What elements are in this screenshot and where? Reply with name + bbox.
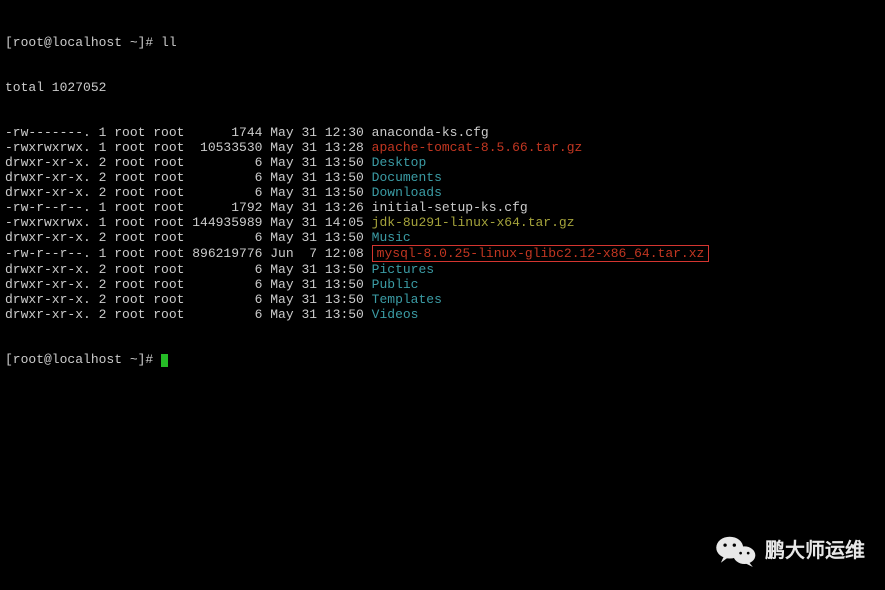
file-name: Music xyxy=(372,230,411,245)
prompt: [root@localhost ~]# xyxy=(5,352,161,367)
file-row: drwxr-xr-x. 2 root root 6 May 31 13:50 P… xyxy=(5,277,880,292)
total-line: total 1027052 xyxy=(5,80,880,95)
file-meta: drwxr-xr-x. 2 root root 6 May 31 13:50 xyxy=(5,170,372,185)
file-name: Templates xyxy=(372,292,442,307)
terminal-output[interactable]: [root@localhost ~]# ll total 1027052 -rw… xyxy=(0,0,885,387)
file-row: -rw-r--r--. 1 root root 896219776 Jun 7 … xyxy=(5,245,880,262)
prompt-line-2: [root@localhost ~]# xyxy=(5,352,880,367)
command: ll xyxy=(161,35,177,50)
file-meta: drwxr-xr-x. 2 root root 6 May 31 13:50 xyxy=(5,185,372,200)
wechat-icon xyxy=(715,534,757,568)
file-listing: -rw-------. 1 root root 1744 May 31 12:3… xyxy=(5,125,880,322)
file-meta: -rwxrwxrwx. 1 root root 10533530 May 31 … xyxy=(5,140,372,155)
file-meta: drwxr-xr-x. 2 root root 6 May 31 13:50 xyxy=(5,292,372,307)
file-row: drwxr-xr-x. 2 root root 6 May 31 13:50 P… xyxy=(5,262,880,277)
file-row: drwxr-xr-x. 2 root root 6 May 31 13:50 T… xyxy=(5,292,880,307)
file-name: Desktop xyxy=(372,155,427,170)
prompt: [root@localhost ~]# xyxy=(5,35,161,50)
file-meta: -rw-------. 1 root root 1744 May 31 12:3… xyxy=(5,125,372,140)
prompt-line-1: [root@localhost ~]# ll xyxy=(5,35,880,50)
file-name: anaconda-ks.cfg xyxy=(372,125,489,140)
file-row: drwxr-xr-x. 2 root root 6 May 31 13:50 M… xyxy=(5,230,880,245)
file-row: drwxr-xr-x. 2 root root 6 May 31 13:50 D… xyxy=(5,185,880,200)
file-meta: drwxr-xr-x. 2 root root 6 May 31 13:50 xyxy=(5,155,372,170)
file-meta: drwxr-xr-x. 2 root root 6 May 31 13:50 xyxy=(5,277,372,292)
file-row: drwxr-xr-x. 2 root root 6 May 31 13:50 D… xyxy=(5,170,880,185)
file-meta: drwxr-xr-x. 2 root root 6 May 31 13:50 xyxy=(5,230,372,245)
file-row: -rw-------. 1 root root 1744 May 31 12:3… xyxy=(5,125,880,140)
file-meta: -rw-r--r--. 1 root root 896219776 Jun 7 … xyxy=(5,246,372,261)
file-row: -rw-r--r--. 1 root root 1792 May 31 13:2… xyxy=(5,200,880,215)
file-meta: drwxr-xr-x. 2 root root 6 May 31 13:50 xyxy=(5,307,372,322)
file-row: drwxr-xr-x. 2 root root 6 May 31 13:50 D… xyxy=(5,155,880,170)
watermark-text: 鹏大师运维 xyxy=(765,544,865,559)
file-meta: drwxr-xr-x. 2 root root 6 May 31 13:50 xyxy=(5,262,372,277)
file-name: mysql-8.0.25-linux-glibc2.12-x86_64.tar.… xyxy=(372,245,710,262)
file-name: initial-setup-ks.cfg xyxy=(372,200,528,215)
file-name: Public xyxy=(372,277,419,292)
file-row: -rwxrwxrwx. 1 root root 10533530 May 31 … xyxy=(5,140,880,155)
file-name: Videos xyxy=(372,307,419,322)
file-name: Downloads xyxy=(372,185,442,200)
file-meta: -rw-r--r--. 1 root root 1792 May 31 13:2… xyxy=(5,200,372,215)
watermark: 鹏大师运维 xyxy=(715,534,865,568)
file-name: apache-tomcat-8.5.66.tar.gz xyxy=(372,140,583,155)
file-row: -rwxrwxrwx. 1 root root 144935989 May 31… xyxy=(5,215,880,230)
file-name: Documents xyxy=(372,170,442,185)
file-name: jdk-8u291-linux-x64.tar.gz xyxy=(372,215,575,230)
file-row: drwxr-xr-x. 2 root root 6 May 31 13:50 V… xyxy=(5,307,880,322)
file-name: Pictures xyxy=(372,262,434,277)
cursor-icon xyxy=(161,354,168,367)
file-meta: -rwxrwxrwx. 1 root root 144935989 May 31… xyxy=(5,215,372,230)
